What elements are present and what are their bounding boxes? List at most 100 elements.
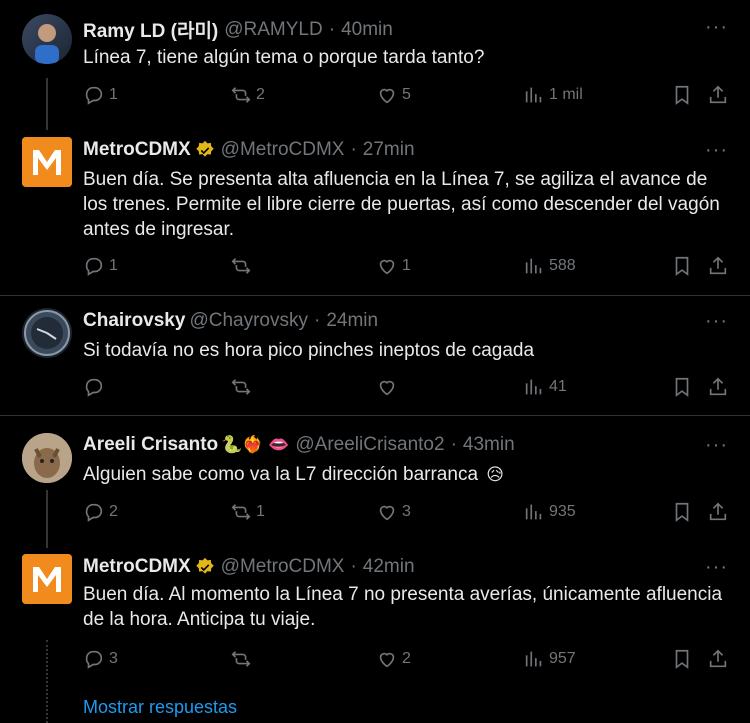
tweet-header: MetroCDMX @MetroCDMX · 42min [83,556,415,578]
reply-count: 1 [109,86,118,103]
reply-count: 2 [109,503,118,520]
tweet-header: Ramy LD (라미) @RAMYLD · 40min [83,16,393,43]
bookmark-button[interactable] [671,648,693,670]
reply-button[interactable]: 1 [83,255,118,277]
bookmark-button[interactable] [671,376,693,398]
like-button[interactable]: 2 [376,648,411,670]
heart-icon [379,652,395,668]
avatar[interactable] [22,14,72,64]
tweet-text: Alguien sabe como va la L7 dirección bar… [83,464,479,485]
tweet-actions: 41 [83,376,733,400]
tweet-actions: 1 1 588 [83,255,733,279]
bookmark-button[interactable] [671,84,693,106]
avatar[interactable] [22,308,72,358]
tweet[interactable]: Chairovsky @Chayrovsky · 24min ··· Si to… [0,296,750,414]
tweet[interactable]: Areeli Crisanto 🐍❤️‍🔥 👄 @AreeliCrisanto2… [0,416,750,546]
timestamp[interactable]: 27min [363,139,415,161]
display-name[interactable]: MetroCDMX [83,556,191,578]
bookmark-button[interactable] [671,255,693,277]
tweet-text: Buen día. Al momento la Línea 7 no prese… [83,584,723,630]
reply-icon [85,378,103,397]
user-handle[interactable]: @MetroCDMX [221,556,345,578]
bookmark-icon [675,377,689,397]
retweet-button[interactable]: 2 [230,84,265,106]
tweet[interactable]: MetroCDMX @MetroCDMX · 27min ··· Buen dí… [0,130,750,295]
user-handle[interactable]: @AreeliCrisanto2 [295,434,444,456]
avatar-metro-logo[interactable] [22,554,72,604]
more-options-icon[interactable]: ··· [705,310,728,333]
views-button[interactable]: 1 mil [523,84,583,106]
view-count: 935 [549,503,576,520]
like-count: 1 [402,257,411,274]
share-button[interactable] [707,501,729,523]
bookmark-button[interactable] [671,501,693,523]
reply-icon [85,650,103,669]
display-name[interactable]: MetroCDMX [83,139,191,161]
user-handle[interactable]: @RAMYLD [224,19,322,41]
avatar[interactable] [22,433,72,483]
share-icon [709,256,727,275]
view-count: 588 [549,257,576,274]
share-button[interactable] [707,255,729,277]
reply-button[interactable]: 3 [83,648,118,670]
views-button[interactable]: 588 [523,255,576,277]
share-button[interactable] [707,648,729,670]
name-emojis: 🐍❤️‍🔥 👄 [221,435,290,454]
tweet-text: Línea 7, tiene algún tema o porque tarda… [83,47,485,68]
retweet-button[interactable]: 1 [230,501,265,523]
like-button[interactable]: 3 [376,501,411,523]
reply-icon [85,86,103,105]
reply-icon [85,257,103,276]
separator-dot: · [450,434,457,455]
more-options-icon[interactable]: ··· [705,556,728,579]
retweet-icon [231,87,251,103]
views-button[interactable]: 935 [523,501,576,523]
retweet-icon [231,504,251,520]
reply-button[interactable]: 2 [83,501,118,523]
share-icon [709,85,727,104]
like-button[interactable] [376,376,402,398]
display-name[interactable]: Ramy LD (라미) [83,16,218,43]
tweet[interactable]: Ramy LD (라미) @RAMYLD · 40min ··· Línea 7… [0,0,750,130]
retweet-button[interactable] [230,648,256,670]
user-handle[interactable]: @Chayrovsky [189,310,308,332]
bookmark-icon [675,256,689,276]
like-button[interactable]: 1 [376,255,411,277]
timestamp[interactable]: 24min [326,310,378,332]
reply-count: 3 [109,650,118,667]
tweet[interactable]: MetroCDMX @MetroCDMX · 42min ··· Buen dí… [0,546,750,686]
display-name[interactable]: Areeli Crisanto [83,434,218,456]
more-options-icon[interactable]: ··· [705,139,728,162]
retweet-count: 2 [256,86,265,103]
tweet-text: Buen día. Se presenta alta afluencia en … [83,169,720,240]
views-button[interactable]: 41 [523,376,567,398]
more-options-icon[interactable]: ··· [705,434,728,457]
tweet-emoji: 😥 [486,465,505,484]
retweet-button[interactable] [230,255,256,277]
avatar-metro-logo[interactable] [22,137,72,187]
reply-button[interactable] [83,376,109,398]
analytics-icon [525,87,542,103]
timestamp[interactable]: 40min [341,19,393,41]
timestamp[interactable]: 43min [463,434,515,456]
like-count: 2 [402,650,411,667]
tweet-header: MetroCDMX @MetroCDMX · 27min [83,139,415,161]
user-handle[interactable]: @MetroCDMX [221,139,345,161]
tweet-header: Areeli Crisanto 🐍❤️‍🔥 👄 @AreeliCrisanto2… [83,434,515,456]
more-options-icon[interactable]: ··· [705,16,728,39]
like-count: 3 [402,503,411,520]
heart-icon [379,259,395,275]
tweet-text: Si todavía no es hora pico pinches inept… [83,340,535,361]
views-button[interactable]: 957 [523,648,576,670]
show-replies-link[interactable]: Mostrar respuestas [83,697,237,718]
timestamp[interactable]: 42min [363,556,415,578]
retweet-icon [231,258,251,274]
reply-button[interactable]: 1 [83,84,118,106]
share-button[interactable] [707,376,729,398]
share-button[interactable] [707,84,729,106]
separator-dot: · [328,18,336,40]
tweet-header: Chairovsky @Chayrovsky · 24min [83,310,378,332]
retweet-button[interactable] [230,376,256,398]
display-name[interactable]: Chairovsky [83,310,185,332]
like-button[interactable]: 5 [376,84,411,106]
